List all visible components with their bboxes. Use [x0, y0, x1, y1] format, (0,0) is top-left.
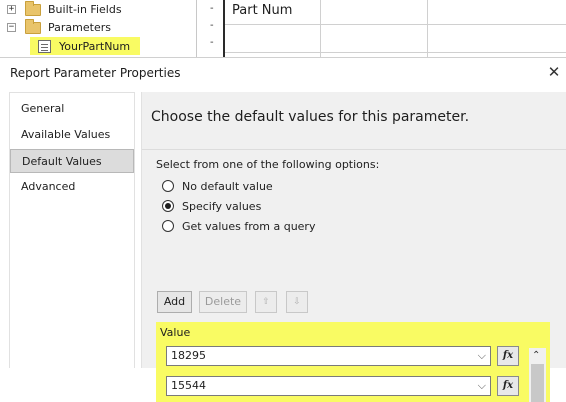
tree-item-label: Parameters	[48, 21, 111, 34]
tree-item-yourpartnum[interactable]: YourPartNum	[30, 37, 140, 55]
default-values-grid: Value 18295 ⌵ fx 15544 ⌵ fx ⌃	[156, 322, 550, 402]
values-scrollbar[interactable]: ⌃	[529, 348, 546, 402]
table-header-cell[interactable]: Part Num	[232, 3, 292, 18]
divider	[142, 149, 566, 150]
scroll-thumb[interactable]	[531, 364, 544, 402]
report-data-tree: + Built-in Fields − Parameters YourPartN…	[0, 0, 197, 57]
options-label: Select from one of the following options…	[156, 158, 380, 171]
tree-item-builtin-fields[interactable]: + Built-in Fields	[7, 0, 122, 18]
report-designer-strip: + Built-in Fields − Parameters YourPartN…	[0, 0, 566, 57]
scroll-up-icon[interactable]: ⌃	[532, 350, 540, 361]
expand-icon[interactable]: +	[7, 5, 16, 14]
move-down-button[interactable]: ⇩	[286, 291, 308, 313]
row-handles: - - -	[207, 0, 221, 57]
radio-icon[interactable]	[162, 180, 174, 192]
dialog-nav: General Available Values Default Values …	[9, 92, 135, 368]
report-parameter-properties-dialog: Report Parameter Properties ✕ General Av…	[0, 57, 566, 402]
add-button[interactable]: Add	[157, 291, 192, 313]
collapse-icon[interactable]: −	[7, 23, 16, 32]
table-row-divider	[225, 52, 566, 53]
row-handle[interactable]: -	[210, 37, 214, 48]
nav-item-available-values[interactable]: Available Values	[10, 123, 134, 147]
radio-label: Specify values	[182, 199, 262, 213]
delete-button[interactable]: Delete	[199, 291, 247, 313]
tree-item-parameters[interactable]: − Parameters	[7, 18, 111, 36]
row-handle[interactable]: -	[210, 20, 214, 31]
dialog-title: Report Parameter Properties	[10, 66, 181, 80]
value-input[interactable]: 15544 ⌵	[166, 376, 491, 396]
expression-button[interactable]: fx	[497, 346, 519, 366]
folder-icon	[25, 0, 41, 16]
radio-label: No default value	[182, 179, 273, 193]
nav-item-general[interactable]: General	[10, 97, 134, 121]
dialog-content: Choose the default values for this param…	[141, 92, 566, 402]
close-icon[interactable]: ✕	[546, 64, 562, 80]
value-column-header: Value	[160, 326, 191, 339]
radio-no-default[interactable]: No default value	[162, 178, 273, 194]
table-column-divider	[427, 0, 428, 57]
radio-label: Get values from a query	[182, 219, 316, 233]
nav-item-default-values[interactable]: Default Values	[10, 149, 134, 173]
value-text: 18295	[171, 349, 206, 362]
radio-specify-values[interactable]: Specify values	[162, 198, 261, 214]
page-heading: Choose the default values for this param…	[151, 109, 470, 125]
value-input[interactable]: 18295 ⌵	[166, 346, 491, 366]
parameter-icon	[38, 39, 51, 53]
nav-item-advanced[interactable]: Advanced	[10, 175, 134, 199]
arrow-down-icon: ⇩	[293, 297, 301, 307]
row-handle[interactable]: -	[210, 3, 214, 14]
tree-item-label: YourPartNum	[59, 39, 131, 53]
move-up-button[interactable]: ⇧	[255, 291, 277, 313]
value-text: 15544	[171, 379, 206, 392]
table-row-divider	[225, 24, 566, 25]
table-border	[223, 0, 225, 57]
arrow-up-icon: ⇧	[262, 297, 270, 307]
table-column-divider	[320, 0, 321, 57]
chevron-down-icon[interactable]: ⌵	[478, 377, 486, 395]
radio-checked-icon[interactable]	[162, 200, 174, 212]
chevron-down-icon[interactable]: ⌵	[478, 347, 486, 365]
tree-item-label: Built-in Fields	[48, 3, 122, 16]
expression-button[interactable]: fx	[497, 376, 519, 396]
folder-open-icon	[25, 18, 41, 34]
radio-icon[interactable]	[162, 220, 174, 232]
radio-query-values[interactable]: Get values from a query	[162, 218, 315, 234]
